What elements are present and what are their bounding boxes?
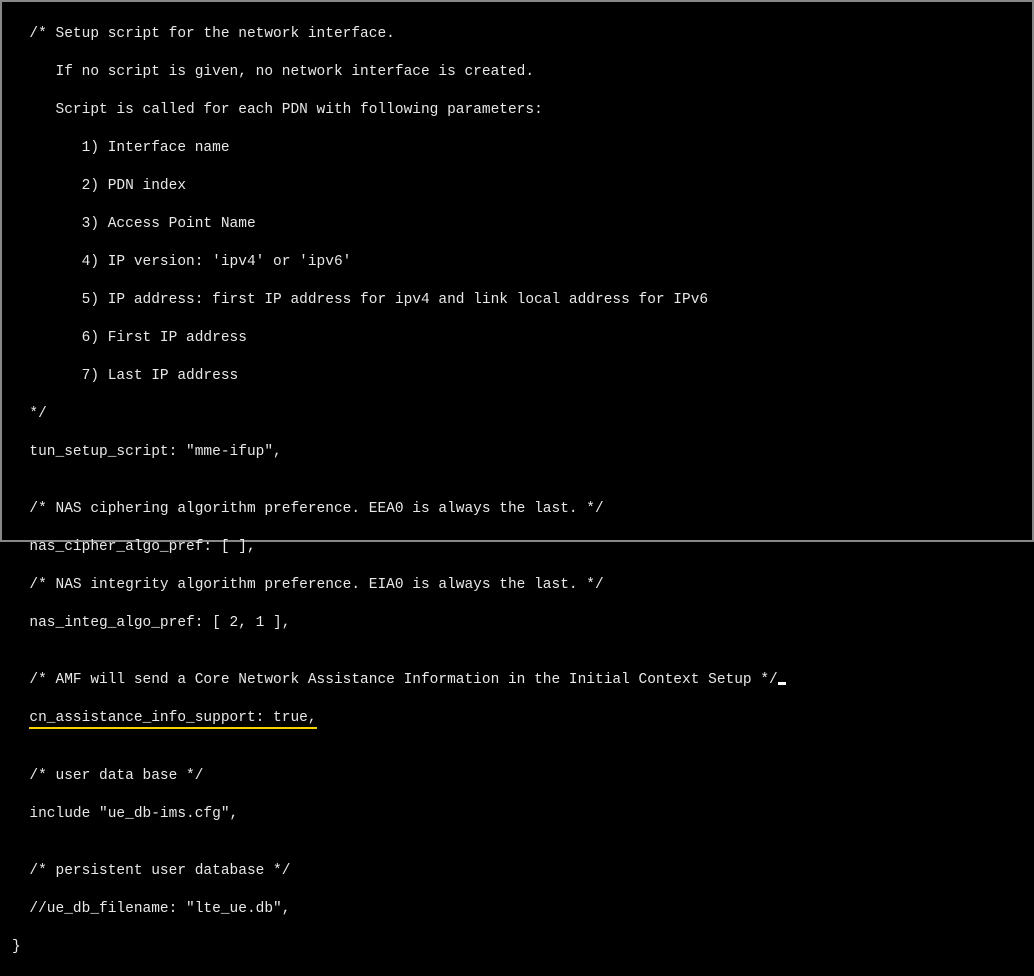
- code-line: /* Setup script for the network interfac…: [12, 25, 1022, 44]
- code-line: tun_setup_script: "mme-ifup",: [12, 443, 1022, 462]
- code-line: /* AMF will send a Core Network Assistan…: [12, 671, 1022, 690]
- code-line: 5) IP address: first IP address for ipv4…: [12, 291, 1022, 310]
- code-line: /* persistent user database */: [12, 862, 1022, 881]
- code-line: 2) PDN index: [12, 177, 1022, 196]
- code-line: Script is called for each PDN with follo…: [12, 101, 1022, 120]
- code-line: include "ue_db-ims.cfg",: [12, 805, 1022, 824]
- code-line: nas_cipher_algo_pref: [ ],: [12, 538, 1022, 557]
- code-line: If no script is given, no network interf…: [12, 63, 1022, 82]
- code-line: /* user data base */: [12, 767, 1022, 786]
- code-line: nas_integ_algo_pref: [ 2, 1 ],: [12, 614, 1022, 633]
- code-line: //ue_db_filename: "lte_ue.db",: [12, 900, 1022, 919]
- cursor: [778, 682, 786, 685]
- code-line: /* NAS integrity algorithm preference. E…: [12, 576, 1022, 595]
- code-line: }: [12, 938, 1022, 957]
- highlighted-line: cn_assistance_info_support: true,: [12, 709, 1022, 729]
- code-line: /* NAS ciphering algorithm preference. E…: [12, 500, 1022, 519]
- code-line: 4) IP version: 'ipv4' or 'ipv6': [12, 253, 1022, 272]
- code-line: 1) Interface name: [12, 139, 1022, 158]
- terminal-output: /* Setup script for the network interfac…: [2, 2, 1032, 540]
- code-line: 3) Access Point Name: [12, 215, 1022, 234]
- code-line: 7) Last IP address: [12, 367, 1022, 386]
- code-line: 6) First IP address: [12, 329, 1022, 348]
- code-line: */: [12, 405, 1022, 424]
